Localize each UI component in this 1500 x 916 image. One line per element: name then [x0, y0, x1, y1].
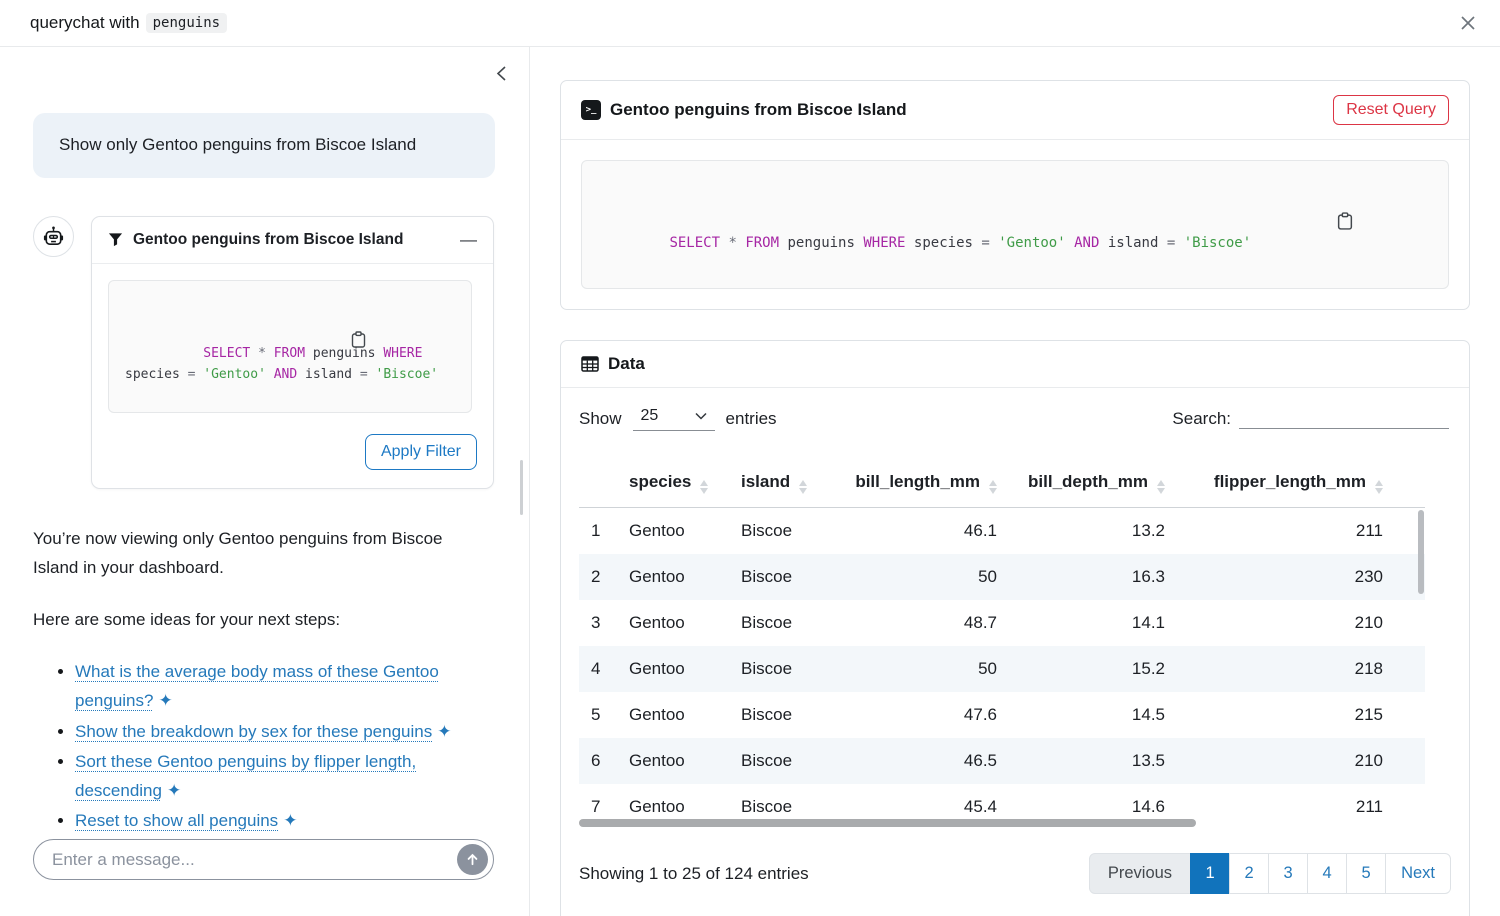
table-head-row: speciesislandbill_length_mmbill_depth_mm…: [579, 460, 1425, 508]
table-row[interactable]: 5GentooBiscoe47.614.5215: [579, 692, 1425, 738]
assistant-paragraph: Here are some ideas for your next steps:: [33, 610, 494, 630]
terminal-icon: >_: [581, 100, 601, 120]
sql-code-block: SELECT * FROM penguins WHERE species = '…: [581, 160, 1449, 289]
message-input[interactable]: [52, 850, 457, 870]
column-header-bill_length_mm[interactable]: bill_length_mm: [827, 460, 1007, 508]
column-header-body_mass_g[interactable]: body_mass_g: [1393, 460, 1425, 508]
suggestion-list: What is the average body mass of these G…: [75, 657, 495, 835]
assistant-paragraph: You’re now viewing only Gentoo penguins …: [33, 525, 453, 582]
data-card-title: Data: [608, 354, 645, 374]
sort-icon: [700, 480, 708, 494]
filter-card-title: Gentoo penguins from Biscoe Island: [133, 231, 403, 249]
suggestion-item: Sort these Gentoo penguins by flipper le…: [75, 747, 495, 805]
sparkle-icon: ✦: [437, 717, 451, 746]
pagination: Previous12345Next: [1089, 853, 1451, 894]
reset-query-button[interactable]: Reset Query: [1333, 95, 1449, 125]
column-header-flipper_length_mm[interactable]: flipper_length_mm: [1175, 460, 1393, 508]
column-header-species[interactable]: species: [619, 460, 731, 508]
assistant-message-row: Gentoo penguins from Biscoe Island — SEL…: [33, 216, 494, 489]
robot-avatar: [33, 216, 74, 257]
chevron-down-icon: [695, 412, 707, 420]
sort-icon: [989, 480, 997, 494]
suggestion-link[interactable]: Sort these Gentoo penguins by flipper le…: [75, 752, 416, 800]
send-button[interactable]: [457, 844, 488, 875]
close-icon[interactable]: [1458, 13, 1478, 33]
table-row[interactable]: 2GentooBiscoe5016.3230: [579, 554, 1425, 600]
table-row[interactable]: 6GentooBiscoe46.513.5210: [579, 738, 1425, 784]
table-row[interactable]: 4GentooBiscoe5015.2218: [579, 646, 1425, 692]
pagination-page-1[interactable]: 1: [1190, 853, 1230, 894]
apply-filter-button[interactable]: Apply Filter: [365, 434, 477, 470]
search-input[interactable]: [1239, 406, 1449, 429]
sort-icon: [1375, 480, 1383, 494]
arrow-up-icon: [465, 852, 480, 867]
sort-icon: [799, 480, 807, 494]
pagination-previous-button[interactable]: Previous: [1089, 853, 1191, 894]
dataset-name-chip: penguins: [146, 13, 227, 33]
chat-sidebar: Show only Gentoo penguins from Biscoe Is…: [0, 47, 530, 916]
table-row[interactable]: 1GentooBiscoe46.113.2211: [579, 508, 1425, 555]
dashboard-panel: >_ Gentoo penguins from Biscoe Island Re…: [530, 47, 1500, 916]
suggestion-link[interactable]: Show the breakdown by sex for these peng…: [75, 722, 432, 741]
column-header-island[interactable]: island: [731, 460, 827, 508]
table-row[interactable]: 3GentooBiscoe48.714.1210: [579, 600, 1425, 646]
suggestion-item: Show the breakdown by sex for these peng…: [75, 717, 495, 746]
filter-tool-card: Gentoo penguins from Biscoe Island — SEL…: [91, 216, 494, 489]
query-card-title: Gentoo penguins from Biscoe Island: [610, 100, 907, 120]
pagination-next-button[interactable]: Next: [1385, 853, 1451, 894]
pagination-page-3[interactable]: 3: [1268, 853, 1308, 894]
sparkle-icon: ✦: [167, 776, 181, 805]
show-label: Show: [579, 409, 622, 429]
pagination-page-2[interactable]: 2: [1229, 853, 1269, 894]
sort-icon: [1157, 480, 1165, 494]
sql-code-block: SELECT * FROM penguins WHERE species = '…: [108, 280, 472, 413]
message-input-bar: [33, 839, 494, 880]
user-message-bubble: Show only Gentoo penguins from Biscoe Is…: [33, 113, 495, 178]
app-title: querychat with: [30, 13, 140, 33]
suggestion-link[interactable]: Reset to show all penguins: [75, 811, 278, 830]
data-table: speciesislandbill_length_mmbill_depth_mm…: [579, 460, 1425, 830]
sparkle-icon: ✦: [283, 806, 297, 835]
column-header-rownum: [579, 460, 619, 508]
sparkle-icon: ✦: [158, 686, 172, 715]
table-body: 1GentooBiscoe46.113.22112GentooBiscoe501…: [579, 508, 1425, 831]
robot-icon: [42, 225, 65, 248]
table-info: Showing 1 to 25 of 124 entries: [579, 864, 809, 884]
page-size-select[interactable]: 25: [633, 406, 715, 431]
search-label: Search:: [1172, 409, 1231, 429]
pagination-page-4[interactable]: 4: [1307, 853, 1347, 894]
pagination-page-5[interactable]: 5: [1346, 853, 1386, 894]
data-card: Data Show 25 entries Search:: [560, 340, 1470, 916]
copy-icon[interactable]: [351, 290, 461, 390]
table-horizontal-scrollbar[interactable]: [579, 819, 1196, 827]
table-vertical-scrollbar[interactable]: [1418, 510, 1424, 594]
collapse-filter-card-button[interactable]: —: [460, 230, 477, 250]
table-icon: [581, 355, 599, 373]
sidebar-scrollbar[interactable]: [520, 460, 523, 515]
suggestion-link[interactable]: What is the average body mass of these G…: [75, 662, 439, 710]
suggestion-item: What is the average body mass of these G…: [75, 657, 495, 715]
sidebar-collapse-button[interactable]: [495, 65, 509, 82]
table-scroll-container: speciesislandbill_length_mmbill_depth_mm…: [579, 460, 1425, 830]
query-card: >_ Gentoo penguins from Biscoe Island Re…: [560, 80, 1470, 310]
funnel-icon: [108, 232, 123, 247]
suggestion-item: Reset to show all penguins ✦: [75, 806, 495, 835]
entries-label: entries: [726, 409, 777, 429]
column-header-bill_depth_mm[interactable]: bill_depth_mm: [1007, 460, 1175, 508]
top-bar: querychat with penguins: [0, 0, 1500, 47]
copy-icon[interactable]: [1337, 170, 1438, 272]
